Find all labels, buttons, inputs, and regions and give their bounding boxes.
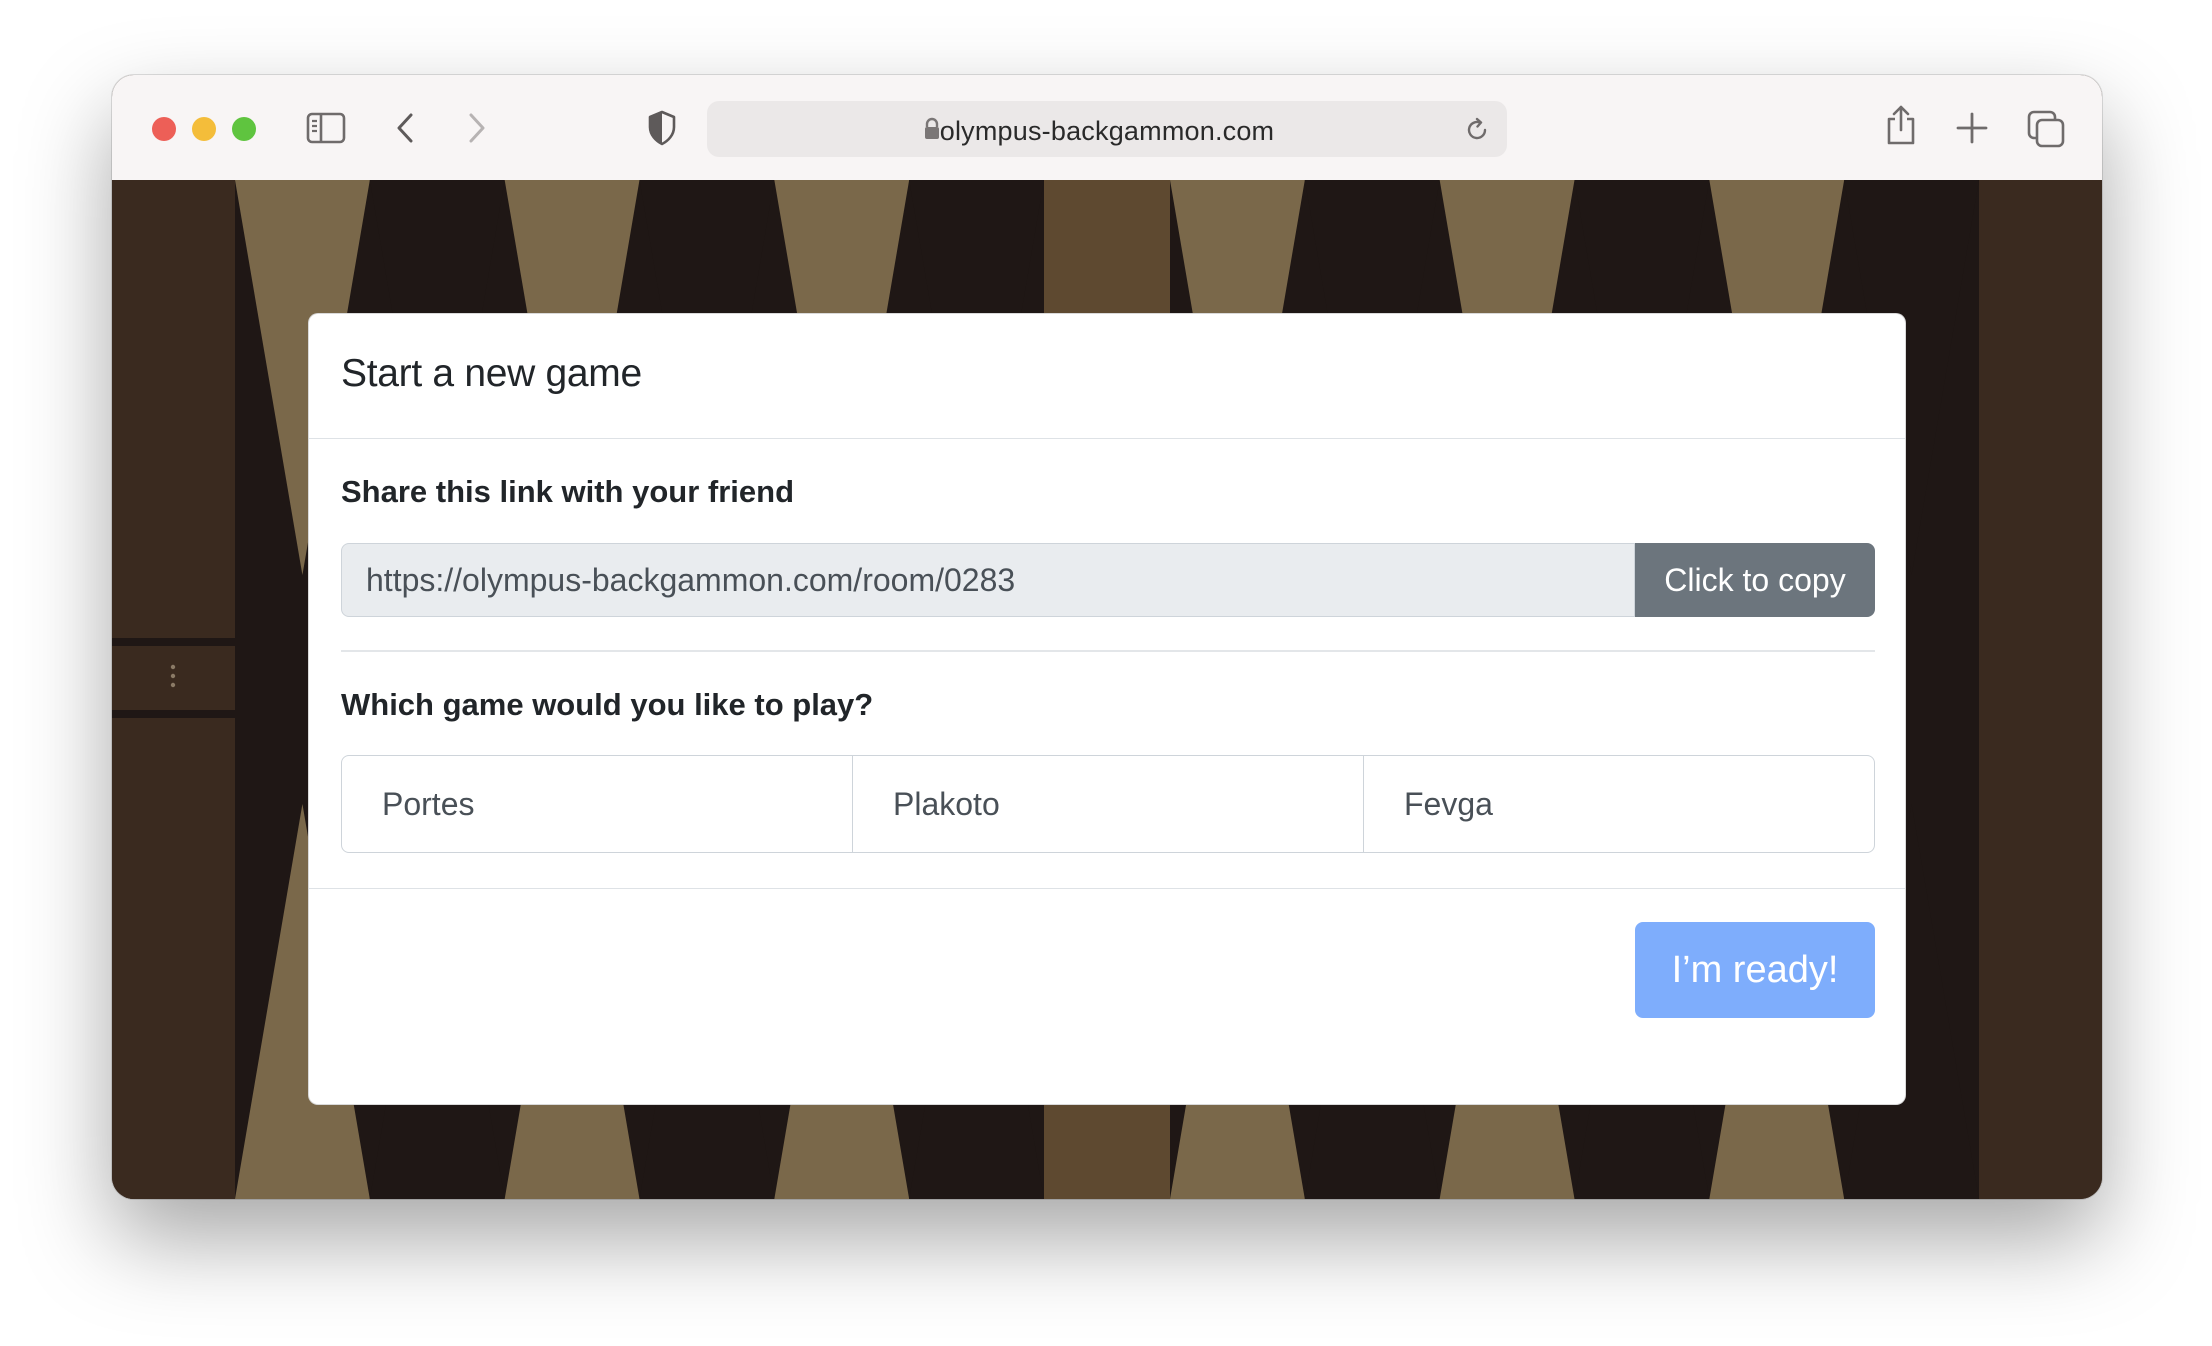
forward-icon[interactable] — [464, 111, 488, 145]
share-link-label: Share this link with your friend — [341, 474, 795, 509]
browser-window: olympus-backgammon.com Start a new game … — [112, 75, 2102, 1199]
footer-divider — [309, 888, 1905, 889]
game-option-portes[interactable]: Portes — [342, 756, 852, 852]
page-content: Start a new game Share this link with yo… — [112, 180, 2102, 1199]
sidebar-icon[interactable] — [306, 111, 346, 145]
browser-toolbar: olympus-backgammon.com — [112, 75, 2102, 181]
back-icon[interactable] — [394, 111, 418, 145]
close-window-button[interactable] — [152, 117, 176, 141]
zoom-window-button[interactable] — [232, 117, 256, 141]
reload-icon[interactable] — [1463, 116, 1491, 144]
header-divider — [309, 438, 1905, 439]
ready-button[interactable]: I’m ready! — [1635, 922, 1875, 1018]
game-choice-label: Which game would you like to play? — [341, 687, 874, 722]
dialog-title: Start a new game — [341, 352, 642, 395]
new-game-dialog: Start a new game Share this link with yo… — [308, 313, 1906, 1105]
new-tab-icon[interactable] — [1955, 111, 1989, 145]
game-option-plakoto[interactable]: Plakoto — [852, 756, 1363, 852]
tab-overview-icon[interactable] — [2026, 109, 2066, 149]
copy-link-button[interactable]: Click to copy — [1635, 543, 1875, 617]
address-bar[interactable]: olympus-backgammon.com — [707, 101, 1507, 157]
share-link-field[interactable]: https://olympus-backgammon.com/room/0283 — [341, 543, 1635, 617]
menu-dots-icon[interactable] — [170, 664, 176, 688]
game-option-fevga[interactable]: Fevga — [1363, 756, 1874, 852]
privacy-shield-icon[interactable] — [646, 109, 678, 147]
game-type-selector: Portes Plakoto Fevga — [341, 755, 1875, 853]
minimize-window-button[interactable] — [192, 117, 216, 141]
address-text: olympus-backgammon.com — [939, 116, 1275, 146]
section-divider — [341, 650, 1875, 652]
share-icon[interactable] — [1884, 103, 1918, 147]
